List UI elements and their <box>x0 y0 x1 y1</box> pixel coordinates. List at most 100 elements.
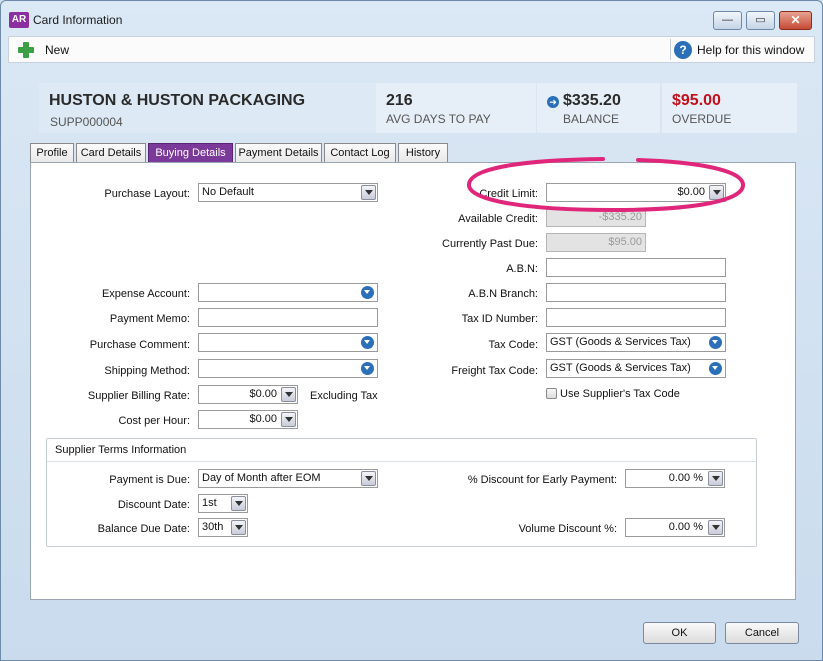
chevron-down-icon[interactable] <box>231 496 246 511</box>
app-logo-icon: AR <box>9 12 29 28</box>
purchase-layout-value: No Default <box>202 186 254 198</box>
excluding-tax-label: Excluding Tax <box>310 390 378 402</box>
early-discount-label: % Discount for Early Payment: <box>467 474 617 486</box>
abn-branch-label: A.B.N Branch: <box>468 288 538 300</box>
ok-button[interactable]: OK <box>643 622 716 644</box>
billing-rate-input[interactable]: $0.00 <box>198 385 298 404</box>
chevron-down-icon[interactable] <box>361 185 376 200</box>
new-button[interactable]: New <box>17 40 69 60</box>
highlight-ellipse <box>467 157 745 213</box>
tax-code-label: Tax Code: <box>488 339 538 351</box>
minimize-icon: — <box>722 14 733 26</box>
lookup-icon[interactable] <box>361 336 374 349</box>
cost-per-hour-value: $0.00 <box>249 413 277 425</box>
tab-profile[interactable]: Profile <box>30 143 74 163</box>
tab-history[interactable]: History <box>398 143 448 163</box>
balance-value: $335.20 <box>563 92 621 109</box>
lookup-icon[interactable] <box>361 362 374 375</box>
discount-date-label: Discount Date: <box>117 499 190 511</box>
expense-account-field[interactable] <box>198 283 378 302</box>
new-label: New <box>45 43 70 57</box>
payment-due-label: Payment is Due: <box>109 474 190 486</box>
payment-due-select[interactable]: Day of Month after EOM <box>198 469 378 488</box>
freight-tax-code-label: Freight Tax Code: <box>451 365 538 377</box>
highlight-annotation <box>467 157 745 213</box>
volume-discount-input[interactable]: 0.00 % <box>625 518 725 537</box>
balance-due-date-select[interactable]: 30th <box>198 518 248 537</box>
toolbar: New ? Help for this window <box>8 36 815 63</box>
freight-tax-code-value: GST (Goods & Services Tax) <box>550 362 691 374</box>
past-due-label: Currently Past Due: <box>442 238 538 250</box>
card-summary-header: HUSTON & HUSTON PACKAGING SUPP000004 216… <box>29 83 797 133</box>
early-discount-input[interactable]: 0.00 % <box>625 469 725 488</box>
tab-card-details[interactable]: Card Details <box>76 143 146 163</box>
shipping-method-label: Shipping Method: <box>104 365 190 377</box>
avg-days-value: 216 <box>386 92 413 109</box>
chevron-down-icon[interactable] <box>361 471 376 486</box>
maximize-icon: ▭ <box>755 14 766 26</box>
tax-code-field[interactable]: GST (Goods & Services Tax) <box>546 333 726 352</box>
tab-buying-details[interactable]: Buying Details <box>148 143 233 163</box>
purchase-layout-select[interactable]: No Default <box>198 183 378 202</box>
balance-due-date-label: Balance Due Date: <box>97 523 190 535</box>
lookup-icon[interactable] <box>709 362 722 375</box>
expense-account-label: Expense Account: <box>101 288 190 300</box>
abn-label: A.B.N: <box>506 263 538 275</box>
purchase-comment-field[interactable] <box>198 333 378 352</box>
tax-code-value: GST (Goods & Services Tax) <box>550 336 691 348</box>
window-title: Card Information <box>33 13 123 27</box>
toolbar-divider <box>670 39 671 60</box>
billing-rate-label: Supplier Billing Rate: <box>87 390 190 402</box>
close-button[interactable]: ✕ <box>779 11 812 30</box>
card-id: SUPP000004 <box>50 115 123 129</box>
lookup-icon[interactable] <box>361 286 374 299</box>
overdue-box: $95.00 OVERDUE <box>662 83 797 133</box>
discount-date-select[interactable]: 1st <box>198 494 248 513</box>
volume-discount-value: 0.00 % <box>668 521 703 533</box>
purchase-comment-label: Purchase Comment: <box>89 339 190 351</box>
volume-discount-label: Volume Discount %: <box>518 523 617 535</box>
billing-rate-value: $0.00 <box>249 388 277 400</box>
company-box: HUSTON & HUSTON PACKAGING SUPP000004 <box>39 83 377 133</box>
freight-tax-code-field[interactable]: GST (Goods & Services Tax) <box>546 359 726 378</box>
maximize-button[interactable]: ▭ <box>746 11 775 30</box>
past-due-field: $95.00 <box>546 233 646 252</box>
use-supplier-tax-checkbox[interactable] <box>546 388 557 399</box>
past-due-value: $95.00 <box>608 236 642 248</box>
tab-payment-details[interactable]: Payment Details <box>235 143 322 163</box>
minimize-button[interactable]: — <box>713 11 742 30</box>
early-discount-value: 0.00 % <box>668 472 703 484</box>
chevron-down-icon[interactable] <box>281 412 296 427</box>
title-bar[interactable]: AR Card Information — ▭ ✕ <box>1 1 822 37</box>
abn-branch-input[interactable] <box>546 283 726 302</box>
plus-icon <box>17 41 35 59</box>
card-information-window: AR Card Information — ▭ ✕ New ? Help for… <box>0 0 823 661</box>
balance-box[interactable]: ➜ $335.20 BALANCE <box>537 83 660 133</box>
avg-days-box: 216 AVG DAYS TO PAY <box>376 83 536 133</box>
chevron-down-icon[interactable] <box>708 520 723 535</box>
balance-label: BALANCE <box>563 112 620 126</box>
company-name: HUSTON & HUSTON PACKAGING <box>49 92 306 109</box>
payment-memo-input[interactable] <box>198 308 378 327</box>
help-button[interactable]: ? Help for this window <box>674 40 804 60</box>
payment-due-value: Day of Month after EOM <box>202 472 321 484</box>
abn-input[interactable] <box>546 258 726 277</box>
lookup-icon[interactable] <box>709 336 722 349</box>
shipping-method-field[interactable] <box>198 359 378 378</box>
overdue-value: $95.00 <box>672 92 721 109</box>
tax-id-input[interactable] <box>546 308 726 327</box>
arrow-right-icon[interactable]: ➜ <box>547 96 559 108</box>
chevron-down-icon[interactable] <box>231 520 246 535</box>
cost-per-hour-label: Cost per Hour: <box>118 415 190 427</box>
tab-contact-log[interactable]: Contact Log <box>324 143 396 163</box>
supplier-terms-title: Supplier Terms Information <box>55 444 187 456</box>
cancel-button[interactable]: Cancel <box>725 622 799 644</box>
payment-memo-label: Payment Memo: <box>109 313 190 325</box>
avg-days-label: AVG DAYS TO PAY <box>386 112 491 126</box>
cost-per-hour-input[interactable]: $0.00 <box>198 410 298 429</box>
use-supplier-tax-label[interactable]: Use Supplier's Tax Code <box>560 388 680 400</box>
purchase-layout-label: Purchase Layout: <box>104 188 190 200</box>
chevron-down-icon[interactable] <box>281 387 296 402</box>
chevron-down-icon[interactable] <box>708 471 723 486</box>
close-icon: ✕ <box>790 13 801 27</box>
